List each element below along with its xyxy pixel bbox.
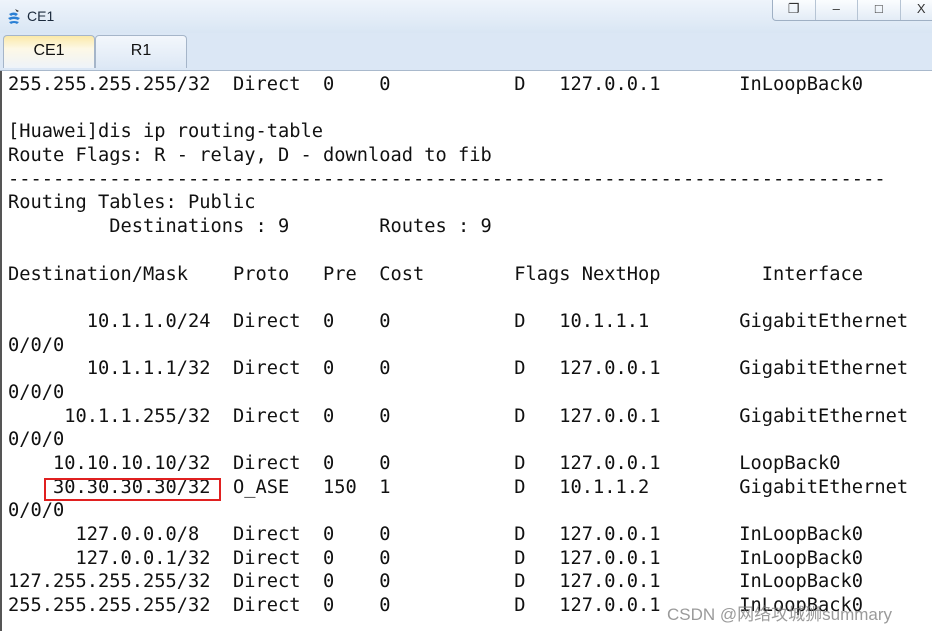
terminal-line: Destination/Mask Proto Pre Cost Flags Ne…: [8, 263, 864, 285]
terminal-line: 0/0/0: [8, 381, 65, 403]
title-bar: CE1 ❐ – □ X: [0, 0, 932, 33]
terminal-output: 255.255.255.255/32 Direct 0 0 D 127.0.0.…: [8, 73, 908, 618]
terminal-line: 0/0/0: [8, 429, 65, 451]
terminal-line: [Huawei]dis ip routing-table: [8, 121, 324, 143]
terminal-line: 127.255.255.255/32 Direct 0 0 D 127.0.0.…: [8, 571, 864, 593]
highlight-box: [44, 478, 221, 501]
window-title: CE1: [27, 8, 55, 24]
terminal-line: 10.10.10.10/32 Direct 0 0 D 127.0.0.1 Lo…: [8, 453, 841, 474]
tab-ce1[interactable]: CE1: [3, 35, 95, 68]
terminal-line: 255.255.255.255/32 Direct 0 0 D 127.0.0.…: [8, 74, 864, 95]
terminal-line: Routing Tables: Public: [8, 192, 256, 214]
terminal-line: 10.1.1.1/32 Direct 0 0 D 127.0.0.1 Gigab…: [8, 358, 909, 380]
terminal-console[interactable]: 255.255.255.255/32 Direct 0 0 D 127.0.0.…: [0, 71, 932, 631]
terminal-line: 0/0/0: [8, 334, 65, 356]
window-controls: ❐ – □ X: [772, 0, 932, 21]
terminal-line: Destinations : 9 Routes : 9: [8, 216, 492, 238]
maximize-button[interactable]: □: [858, 0, 901, 20]
app-icon: [8, 9, 20, 24]
minimize-button[interactable]: –: [816, 0, 858, 20]
terminal-line: Route Flags: R - relay, D - download to …: [8, 145, 492, 167]
close-button[interactable]: X: [901, 0, 932, 20]
terminal-line: ----------------------------------------…: [8, 168, 886, 190]
terminal-line: 127.0.0.1/32 Direct 0 0 D 127.0.0.1 InLo…: [8, 547, 864, 569]
watermark: CSDN @网络攻城狮summary: [667, 605, 893, 624]
terminal-line: 10.1.1.0/24 Direct 0 0 D 10.1.1.1 Gigabi…: [8, 310, 909, 332]
terminal-line: 0/0/0: [8, 500, 65, 522]
terminal-line: 10.1.1.255/32 Direct 0 0 D 127.0.0.1 Gig…: [8, 405, 909, 427]
restore-button[interactable]: ❐: [773, 0, 816, 20]
tab-bar: CE1 R1: [0, 33, 932, 71]
terminal-line: 127.0.0.0/8 Direct 0 0 D 127.0.0.1 InLoo…: [8, 524, 864, 546]
tab-r1[interactable]: R1: [95, 35, 187, 68]
